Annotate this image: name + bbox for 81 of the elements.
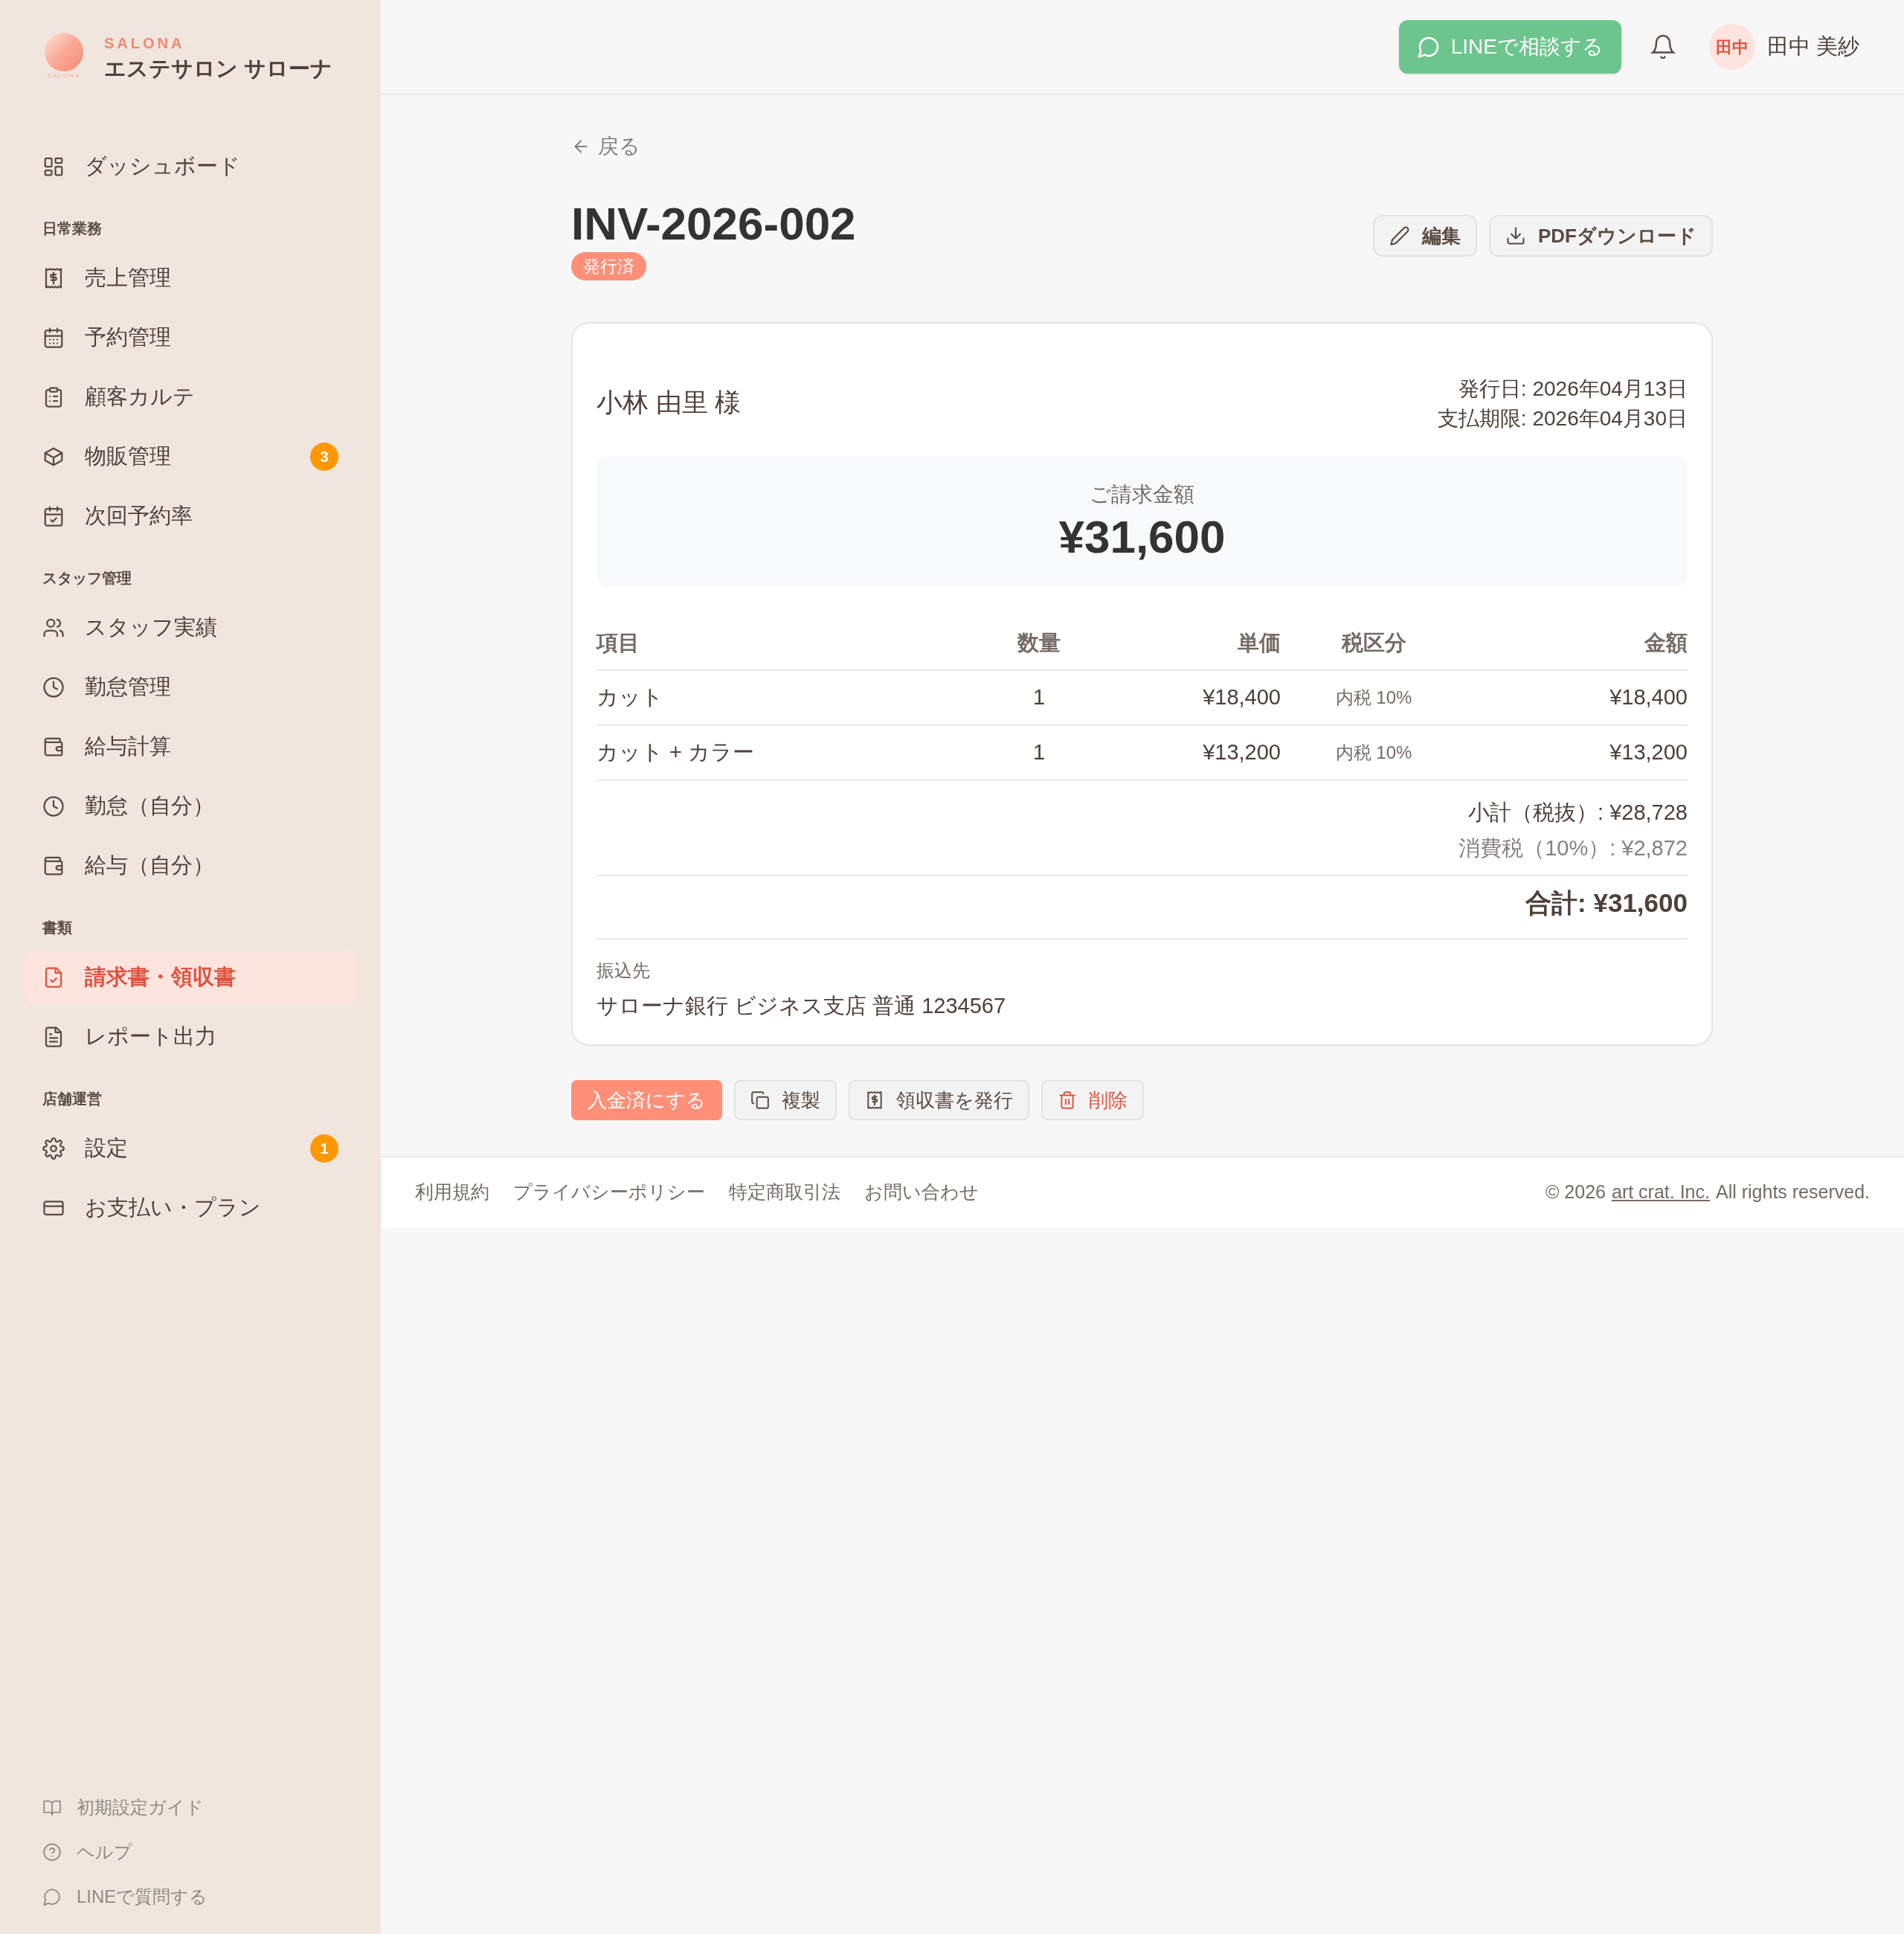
nav-item[interactable]: 勤怠管理	[25, 661, 356, 714]
nav-item[interactable]: 給与計算	[25, 720, 356, 774]
grand-total: 合計: ¥31,600	[1525, 887, 1688, 919]
nav-item[interactable]: 次回予約率	[25, 489, 356, 543]
nav-item[interactable]: 顧客カルテ	[25, 370, 356, 424]
nav-item[interactable]: 勤怠（自分）	[25, 780, 356, 833]
column-header: 金額	[1467, 617, 1688, 670]
settings-icon	[42, 1137, 65, 1160]
dashboard-grid-icon	[42, 155, 65, 178]
nav-item[interactable]: お支払い・プラン	[25, 1181, 356, 1235]
help-icon	[42, 1843, 62, 1862]
amount-label: ご請求金額	[1090, 482, 1194, 507]
count-badge: 3	[310, 443, 338, 471]
company-link[interactable]: art crat. Inc.	[1612, 1178, 1710, 1207]
pdf-download-button[interactable]: PDFダウンロード	[1489, 215, 1713, 257]
duplicate-button[interactable]: 複製	[734, 1080, 837, 1120]
footer-link[interactable]: お問い合わせ	[864, 1178, 979, 1207]
nav-item[interactable]: 予約管理	[25, 311, 356, 364]
brand-name: エステサロン サローナ	[104, 56, 333, 82]
nav-item[interactable]: 売上管理	[25, 251, 356, 305]
wallet-icon	[42, 736, 65, 758]
edit-button[interactable]: 編集	[1373, 215, 1477, 257]
pencil-icon	[1389, 225, 1410, 246]
table-cell: 1	[953, 725, 1125, 780]
nav-section-heading: スタッフ管理	[42, 570, 132, 586]
wallet-icon	[42, 855, 65, 877]
table-cell: 内税 10%	[1281, 725, 1467, 780]
amount-total: ¥31,600	[1058, 510, 1226, 564]
table-cell: ¥18,400	[1467, 670, 1688, 725]
download-icon	[1505, 225, 1526, 246]
bank-details: サローナ銀行 ビジネス支店 普通 1234567	[596, 992, 1007, 1019]
nav-item[interactable]: 給与（自分）	[25, 839, 356, 893]
trash-icon	[1058, 1090, 1077, 1110]
back-link[interactable]: 戻る	[571, 127, 1713, 166]
user-name: 田中 美紗	[1766, 33, 1859, 60]
footer-link[interactable]: 特定商取引法	[729, 1178, 840, 1207]
table-cell: 1	[953, 670, 1125, 725]
table-cell: ¥13,200	[1467, 725, 1688, 780]
table-cell: 内税 10%	[1281, 670, 1467, 725]
column-header: 税区分	[1281, 617, 1467, 670]
subtotal: 小計（税抜）: ¥28,728	[1468, 800, 1688, 826]
status-badge: 発行済	[571, 252, 646, 280]
brand-eyebrow: SALONA	[104, 34, 186, 53]
table-cell: ¥18,400	[1125, 670, 1281, 725]
rights-text: All rights reserved.	[1715, 1180, 1870, 1204]
footer-link[interactable]: プライバシーポリシー	[513, 1178, 705, 1207]
table-cell: ¥13,200	[1125, 725, 1281, 780]
nav-section-heading: 日常業務	[42, 220, 102, 237]
copy-icon	[750, 1090, 770, 1110]
clock-icon	[42, 795, 65, 817]
table-cell: カット	[596, 670, 953, 725]
receipt-icon	[865, 1090, 884, 1110]
chat-bubble-icon	[1416, 35, 1441, 59]
nav-section-heading: 店舗運営	[42, 1090, 102, 1107]
nav-item[interactable]: レポート出力	[25, 1010, 356, 1064]
column-header: 単価	[1125, 617, 1281, 670]
nav-item[interactable]: ダッシュボード	[25, 140, 356, 193]
book-icon	[42, 1798, 62, 1817]
package-icon	[42, 446, 65, 468]
column-header: 項目	[596, 617, 953, 670]
footer-link[interactable]: 利用規約	[415, 1178, 489, 1207]
client-name: 小林 由里 様	[596, 387, 742, 418]
issue-date: 発行日: 2026年04月13日	[1458, 376, 1688, 402]
chat-bubble-icon	[42, 1887, 62, 1906]
users-icon	[42, 617, 65, 639]
nav-section-heading: 書類	[42, 919, 72, 936]
column-header: 数量	[953, 617, 1125, 670]
clock-icon	[42, 676, 65, 698]
table-cell: カット + カラー	[596, 725, 953, 780]
copyright-text: © 2026	[1546, 1180, 1606, 1204]
nav-item[interactable]: 設定 1	[25, 1122, 356, 1175]
issue-receipt-button[interactable]: 領収書を発行	[849, 1080, 1029, 1120]
due-date: 支払期限: 2026年04月30日	[1437, 406, 1688, 431]
bank-label: 振込先	[596, 959, 651, 982]
invoice-number: INV-2026-002	[571, 197, 856, 251]
count-badge: 1	[310, 1134, 338, 1163]
calendar-check-icon	[42, 505, 65, 527]
calendar-icon	[42, 327, 65, 349]
tax-amount: 消費税（10%）: ¥2,872	[1458, 835, 1688, 861]
nav-item[interactable]: スタッフ実績	[25, 601, 356, 655]
nav-item[interactable]: 物販管理 3	[25, 430, 356, 484]
